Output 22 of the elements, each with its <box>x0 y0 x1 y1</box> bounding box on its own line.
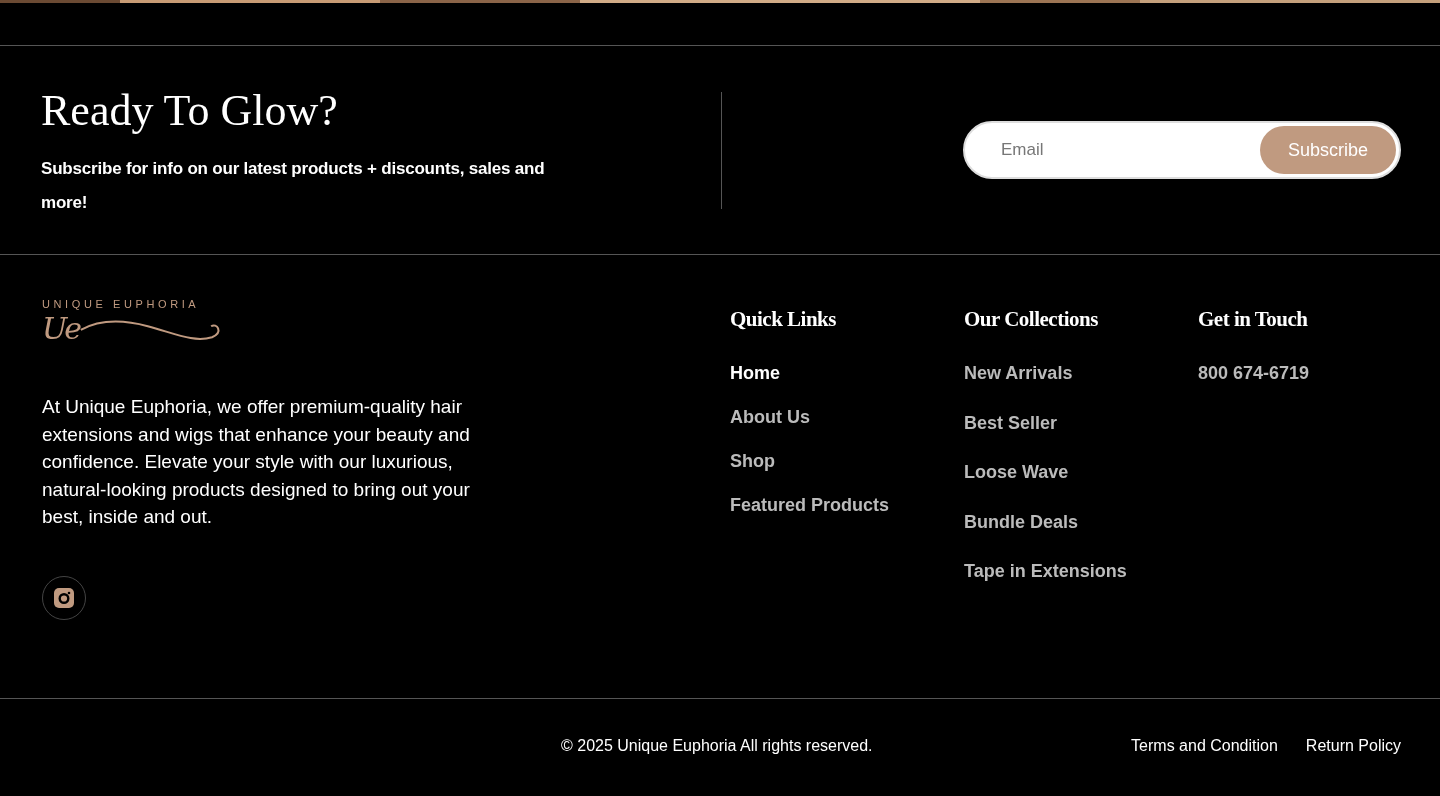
brand-description: At Unique Euphoria, we offer premium-quality hair extensions and wigs that enhance your beauty and confidence. Elevate your style with our luxurious, natural-looking products designed to bring out your best, inside and out. <box>42 395 471 530</box>
brand-monogram: Ue <box>42 310 80 348</box>
brand-name: UNIQUE EUPHORIA <box>42 297 201 311</box>
newsletter-text: Subscribe for info on our latest products + discounts, sales and more! <box>41 158 546 214</box>
footer-link[interactable]: Featured Products <box>730 494 890 516</box>
footer-link[interactable]: Tape in Extensions <box>964 560 1127 582</box>
footer-link[interactable]: Bundle Deals <box>964 510 1079 533</box>
footer-link[interactable]: Home <box>730 362 780 384</box>
footer-link[interactable]: About Us <box>730 406 810 428</box>
camera-icon <box>54 587 74 608</box>
legal-link[interactable]: Terms and Condition <box>1131 737 1278 755</box>
footer-link[interactable]: New Arrivals <box>964 362 1073 384</box>
copyright-text: © 2025 Unique Euphoria All rights reserved. <box>561 737 874 755</box>
column-heading: Quick Links <box>730 306 837 332</box>
footer-link[interactable]: Shop <box>730 450 775 472</box>
footer-link[interactable]: 800 674-6719 <box>1198 362 1310 384</box>
newsletter-title: Ready To Glow? <box>41 86 339 136</box>
column-heading: Our Collections <box>964 306 1099 332</box>
legal-link[interactable]: Return Policy <box>1305 737 1401 755</box>
footer-link[interactable]: Best Seller <box>964 411 1058 434</box>
footer-link[interactable]: Loose Wave <box>964 461 1069 483</box>
column-heading: Get in Touch <box>1198 306 1309 332</box>
